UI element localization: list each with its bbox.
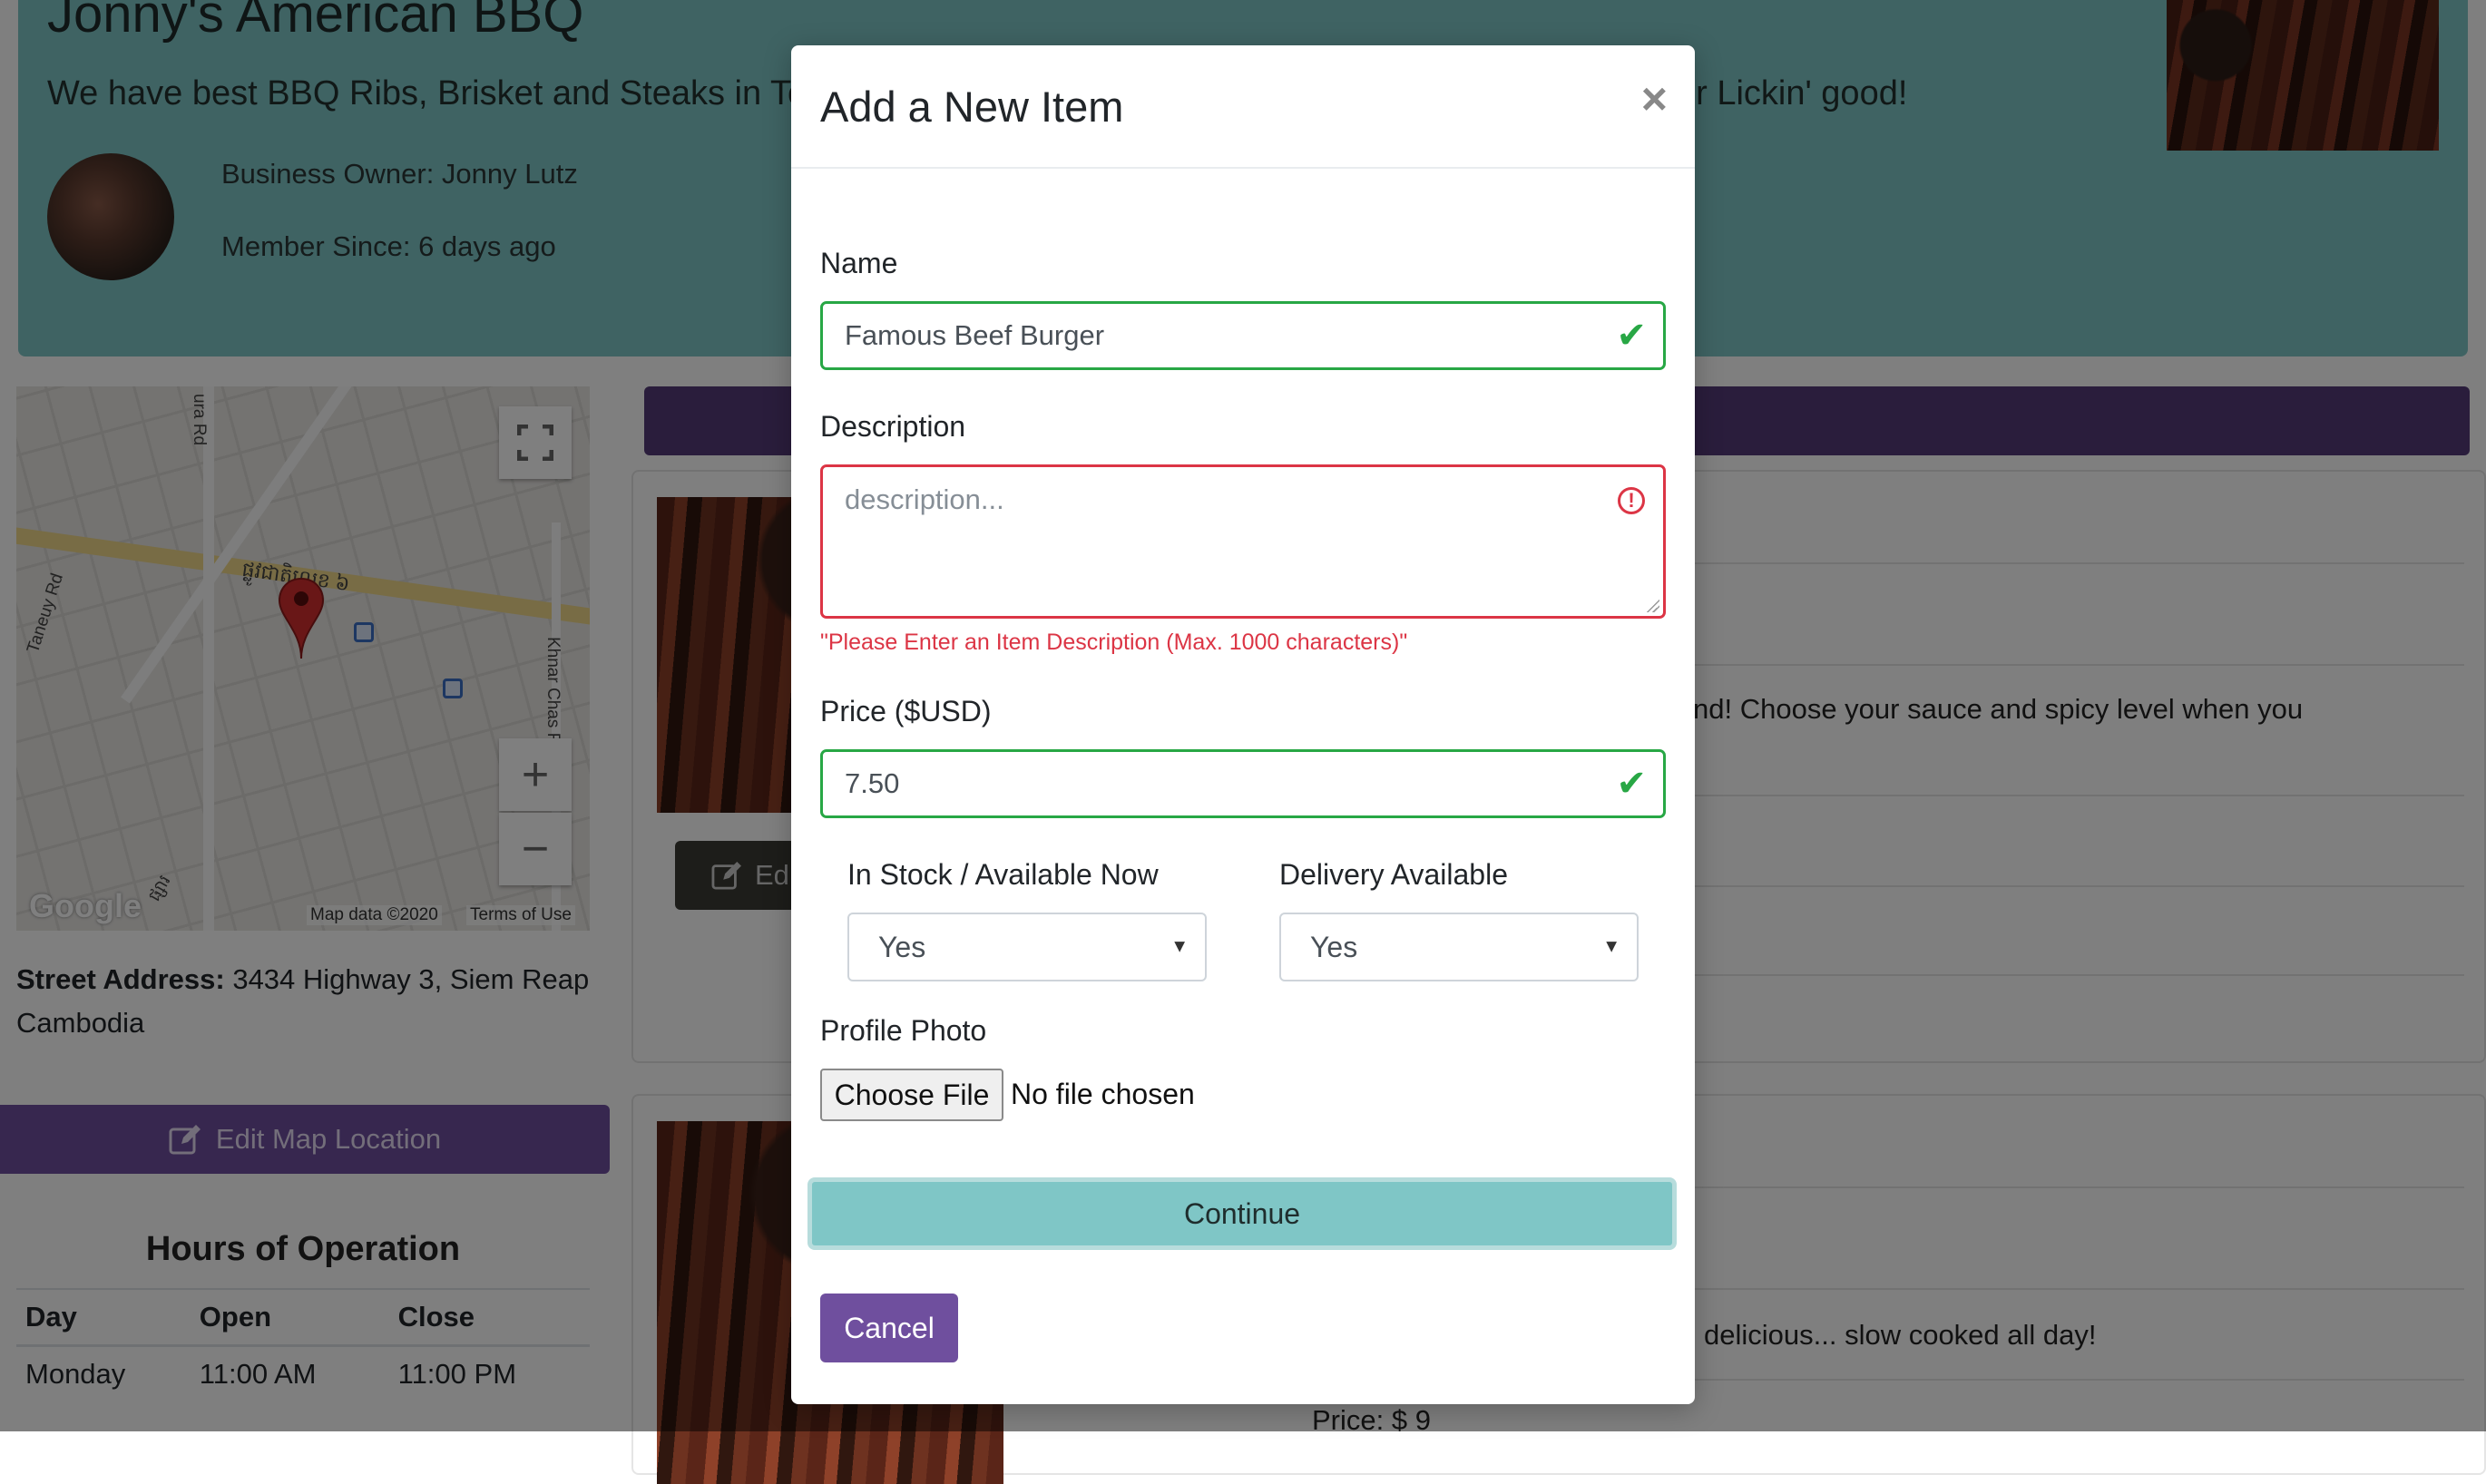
- file-status: No file chosen: [1011, 1078, 1195, 1110]
- delivery-value: Yes: [1310, 930, 1358, 963]
- modal-title: Add a New Item: [820, 83, 1124, 131]
- delivery-select[interactable]: Yes ▼: [1279, 913, 1639, 981]
- name-input[interactable]: Famous Beef Burger ✔: [820, 301, 1666, 370]
- description-placeholder: description...: [845, 483, 1004, 515]
- resize-handle-icon[interactable]: [1645, 598, 1659, 612]
- cancel-button[interactable]: Cancel: [820, 1294, 958, 1362]
- add-item-modal: Add a New Item × Name Famous Beef Burger…: [791, 45, 1695, 1404]
- checkmark-icon: ✔: [1616, 764, 1647, 804]
- description-textarea[interactable]: description... !: [820, 464, 1666, 619]
- continue-button[interactable]: Continue: [807, 1177, 1677, 1250]
- price-label: Price ($USD): [820, 695, 992, 727]
- name-label: Name: [820, 247, 898, 279]
- close-icon[interactable]: ×: [1641, 76, 1668, 122]
- checkmark-icon: ✔: [1616, 316, 1647, 356]
- in-stock-label: In Stock / Available Now: [847, 858, 1159, 891]
- price-input[interactable]: 7.50 ✔: [820, 749, 1666, 818]
- description-label: Description: [820, 410, 966, 443]
- price-value: 7.50: [845, 767, 900, 799]
- modal-header: Add a New Item ×: [791, 45, 1695, 169]
- choose-file-button[interactable]: Choose File: [820, 1069, 1003, 1121]
- description-error: "Please Enter an Item Description (Max. …: [820, 630, 1408, 655]
- chevron-down-icon: ▼: [1170, 936, 1189, 957]
- delivery-label: Delivery Available: [1279, 858, 1508, 891]
- chevron-down-icon: ▼: [1602, 936, 1620, 957]
- in-stock-value: Yes: [878, 930, 926, 963]
- warning-icon: !: [1618, 487, 1645, 514]
- in-stock-select[interactable]: Yes ▼: [847, 913, 1207, 981]
- name-value: Famous Beef Burger: [845, 319, 1105, 351]
- profile-photo-label: Profile Photo: [820, 1014, 987, 1047]
